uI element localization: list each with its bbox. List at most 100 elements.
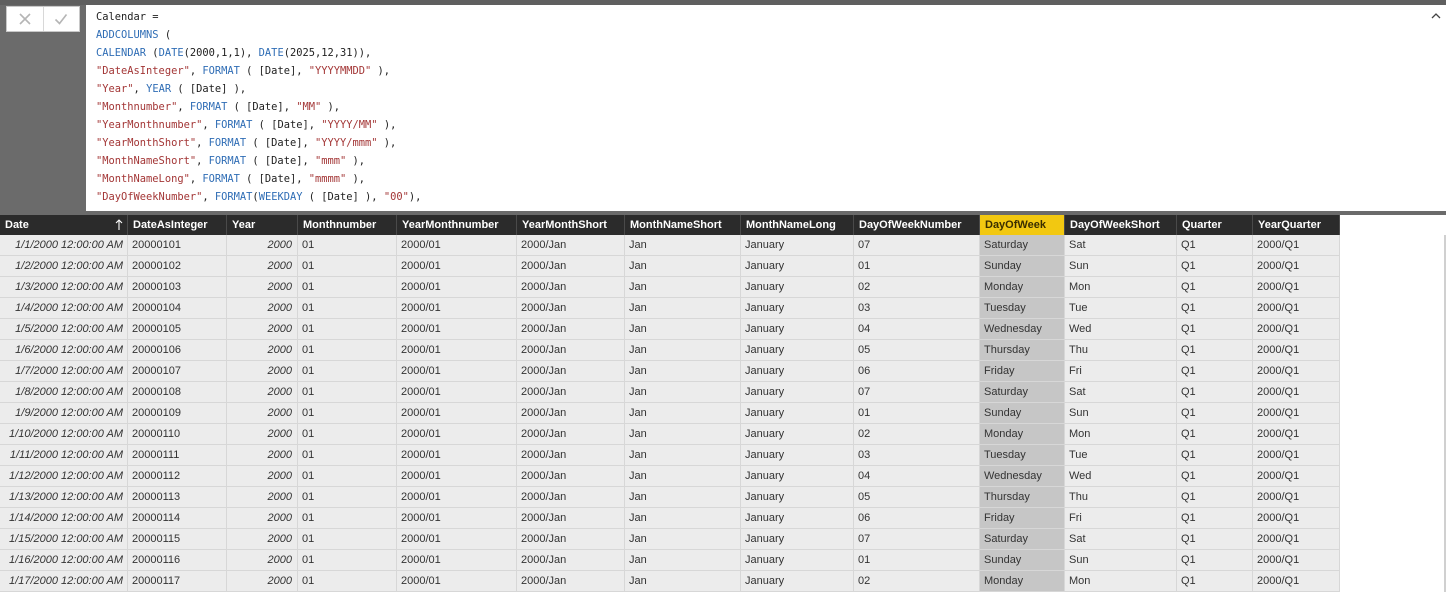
cell-year[interactable]: 2000 bbox=[227, 298, 298, 318]
cell-dayofweeknumber[interactable]: 01 bbox=[854, 403, 980, 423]
cell-quarter[interactable]: Q1 bbox=[1177, 235, 1253, 255]
cell-monthnameshort[interactable]: Jan bbox=[625, 550, 741, 570]
cell-yearmonthnumber[interactable]: 2000/01 bbox=[397, 445, 517, 465]
cell-year[interactable]: 2000 bbox=[227, 382, 298, 402]
cell-yearmonthnumber[interactable]: 2000/01 bbox=[397, 235, 517, 255]
cell-yearmonthnumber[interactable]: 2000/01 bbox=[397, 424, 517, 444]
cell-monthnamelong[interactable]: January bbox=[741, 298, 854, 318]
cancel-button[interactable] bbox=[7, 7, 44, 31]
cell-dayofweekshort[interactable]: Sat bbox=[1065, 382, 1177, 402]
cell-dayofweekshort[interactable]: Sun bbox=[1065, 550, 1177, 570]
cell-quarter[interactable]: Q1 bbox=[1177, 550, 1253, 570]
cell-yearmonthshort[interactable]: 2000/Jan bbox=[517, 298, 625, 318]
cell-date[interactable]: 1/13/2000 12:00:00 AM bbox=[0, 487, 128, 507]
cell-date[interactable]: 1/14/2000 12:00:00 AM bbox=[0, 508, 128, 528]
cell-quarter[interactable]: Q1 bbox=[1177, 403, 1253, 423]
cell-dayofweeknumber[interactable]: 05 bbox=[854, 340, 980, 360]
cell-year[interactable]: 2000 bbox=[227, 256, 298, 276]
cell-yearquarter[interactable]: 2000/Q1 bbox=[1253, 277, 1340, 297]
column-header-quarter[interactable]: Quarter bbox=[1177, 215, 1253, 235]
cell-yearmonthshort[interactable]: 2000/Jan bbox=[517, 550, 625, 570]
cell-dayofweekshort[interactable]: Sat bbox=[1065, 529, 1177, 549]
cell-monthnamelong[interactable]: January bbox=[741, 466, 854, 486]
cell-yearmonthshort[interactable]: 2000/Jan bbox=[517, 382, 625, 402]
cell-monthnumber[interactable]: 01 bbox=[298, 445, 397, 465]
cell-quarter[interactable]: Q1 bbox=[1177, 382, 1253, 402]
cell-monthnameshort[interactable]: Jan bbox=[625, 298, 741, 318]
cell-monthnamelong[interactable]: January bbox=[741, 445, 854, 465]
cell-yearmonthnumber[interactable]: 2000/01 bbox=[397, 298, 517, 318]
cell-dayofweek[interactable]: Monday bbox=[980, 277, 1065, 297]
column-header-year[interactable]: Year bbox=[227, 215, 298, 235]
cell-monthnameshort[interactable]: Jan bbox=[625, 571, 741, 591]
column-header-yearmonthnumber[interactable]: YearMonthnumber bbox=[397, 215, 517, 235]
cell-yearquarter[interactable]: 2000/Q1 bbox=[1253, 529, 1340, 549]
cell-dayofweeknumber[interactable]: 01 bbox=[854, 550, 980, 570]
cell-monthnumber[interactable]: 01 bbox=[298, 508, 397, 528]
cell-dayofweeknumber[interactable]: 03 bbox=[854, 445, 980, 465]
cell-dayofweek[interactable]: Tuesday bbox=[980, 298, 1065, 318]
cell-dateasinteger[interactable]: 20000112 bbox=[128, 466, 227, 486]
cell-yearmonthnumber[interactable]: 2000/01 bbox=[397, 319, 517, 339]
cell-date[interactable]: 1/2/2000 12:00:00 AM bbox=[0, 256, 128, 276]
cell-yearmonthnumber[interactable]: 2000/01 bbox=[397, 340, 517, 360]
cell-monthnamelong[interactable]: January bbox=[741, 319, 854, 339]
cell-yearmonthnumber[interactable]: 2000/01 bbox=[397, 361, 517, 381]
cell-dateasinteger[interactable]: 20000107 bbox=[128, 361, 227, 381]
cell-dayofweek[interactable]: Wednesday bbox=[980, 466, 1065, 486]
cell-monthnumber[interactable]: 01 bbox=[298, 571, 397, 591]
cell-monthnumber[interactable]: 01 bbox=[298, 529, 397, 549]
cell-dateasinteger[interactable]: 20000114 bbox=[128, 508, 227, 528]
cell-dateasinteger[interactable]: 20000106 bbox=[128, 340, 227, 360]
cell-monthnameshort[interactable]: Jan bbox=[625, 487, 741, 507]
cell-year[interactable]: 2000 bbox=[227, 529, 298, 549]
cell-monthnumber[interactable]: 01 bbox=[298, 487, 397, 507]
cell-yearmonthshort[interactable]: 2000/Jan bbox=[517, 424, 625, 444]
cell-yearmonthshort[interactable]: 2000/Jan bbox=[517, 256, 625, 276]
cell-yearquarter[interactable]: 2000/Q1 bbox=[1253, 508, 1340, 528]
cell-yearmonthnumber[interactable]: 2000/01 bbox=[397, 550, 517, 570]
cell-monthnameshort[interactable]: Jan bbox=[625, 424, 741, 444]
cell-quarter[interactable]: Q1 bbox=[1177, 340, 1253, 360]
cell-dateasinteger[interactable]: 20000103 bbox=[128, 277, 227, 297]
cell-date[interactable]: 1/10/2000 12:00:00 AM bbox=[0, 424, 128, 444]
cell-date[interactable]: 1/15/2000 12:00:00 AM bbox=[0, 529, 128, 549]
cell-monthnameshort[interactable]: Jan bbox=[625, 340, 741, 360]
cell-monthnumber[interactable]: 01 bbox=[298, 340, 397, 360]
cell-dayofweek[interactable]: Monday bbox=[980, 571, 1065, 591]
cell-dayofweeknumber[interactable]: 01 bbox=[854, 256, 980, 276]
cell-date[interactable]: 1/12/2000 12:00:00 AM bbox=[0, 466, 128, 486]
cell-date[interactable]: 1/17/2000 12:00:00 AM bbox=[0, 571, 128, 591]
cell-date[interactable]: 1/8/2000 12:00:00 AM bbox=[0, 382, 128, 402]
cell-quarter[interactable]: Q1 bbox=[1177, 571, 1253, 591]
cell-quarter[interactable]: Q1 bbox=[1177, 445, 1253, 465]
column-header-monthnameshort[interactable]: MonthNameShort bbox=[625, 215, 741, 235]
cell-yearquarter[interactable]: 2000/Q1 bbox=[1253, 403, 1340, 423]
cell-dayofweek[interactable]: Thursday bbox=[980, 340, 1065, 360]
cell-dateasinteger[interactable]: 20000110 bbox=[128, 424, 227, 444]
cell-dayofweeknumber[interactable]: 04 bbox=[854, 319, 980, 339]
cell-monthnameshort[interactable]: Jan bbox=[625, 319, 741, 339]
cell-date[interactable]: 1/7/2000 12:00:00 AM bbox=[0, 361, 128, 381]
cell-dayofweeknumber[interactable]: 02 bbox=[854, 424, 980, 444]
cell-yearquarter[interactable]: 2000/Q1 bbox=[1253, 550, 1340, 570]
cell-dayofweekshort[interactable]: Wed bbox=[1065, 319, 1177, 339]
cell-monthnamelong[interactable]: January bbox=[741, 424, 854, 444]
cell-monthnumber[interactable]: 01 bbox=[298, 277, 397, 297]
cell-dateasinteger[interactable]: 20000109 bbox=[128, 403, 227, 423]
cell-yearquarter[interactable]: 2000/Q1 bbox=[1253, 487, 1340, 507]
cell-quarter[interactable]: Q1 bbox=[1177, 466, 1253, 486]
cell-dayofweekshort[interactable]: Fri bbox=[1065, 508, 1177, 528]
cell-dayofweeknumber[interactable]: 07 bbox=[854, 235, 980, 255]
cell-yearmonthnumber[interactable]: 2000/01 bbox=[397, 571, 517, 591]
cell-yearmonthnumber[interactable]: 2000/01 bbox=[397, 529, 517, 549]
cell-dateasinteger[interactable]: 20000115 bbox=[128, 529, 227, 549]
cell-dayofweek[interactable]: Saturday bbox=[980, 529, 1065, 549]
commit-button[interactable] bbox=[44, 7, 80, 31]
column-header-dayofweeknumber[interactable]: DayOfWeekNumber bbox=[854, 215, 980, 235]
cell-quarter[interactable]: Q1 bbox=[1177, 529, 1253, 549]
cell-yearmonthshort[interactable]: 2000/Jan bbox=[517, 445, 625, 465]
cell-yearmonthshort[interactable]: 2000/Jan bbox=[517, 508, 625, 528]
cell-yearmonthnumber[interactable]: 2000/01 bbox=[397, 487, 517, 507]
cell-dateasinteger[interactable]: 20000116 bbox=[128, 550, 227, 570]
